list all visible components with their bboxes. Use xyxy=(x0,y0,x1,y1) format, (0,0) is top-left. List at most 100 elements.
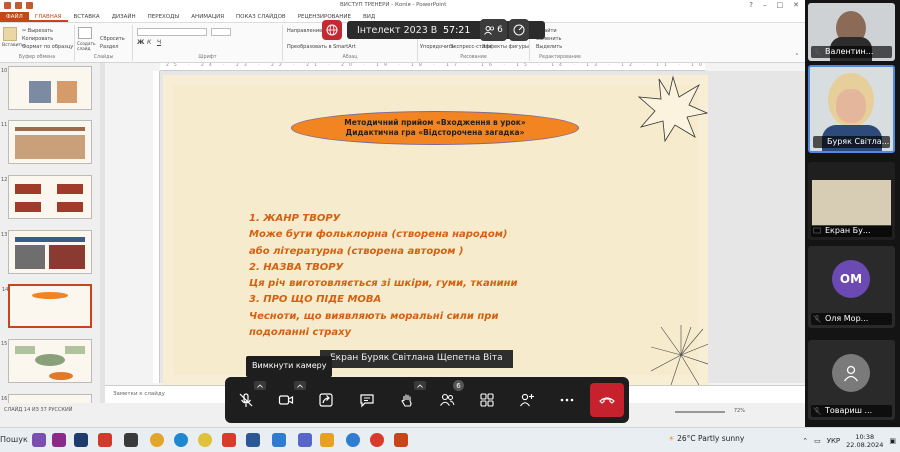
slide-thumbnail[interactable]: 15 xyxy=(1,339,92,383)
app-icon-visualstudio[interactable] xyxy=(32,433,46,447)
slide-thumbnail[interactable]: 10 xyxy=(1,66,92,110)
screen-share-label: Екран Буряк Світлана Щепетна Віта xyxy=(320,350,513,368)
tab-animation[interactable]: АНИМАЦИЯ xyxy=(185,12,230,22)
thumbnail-image xyxy=(57,81,77,103)
powerpoint-icon[interactable] xyxy=(222,433,236,447)
thumbnails-scrollbar[interactable] xyxy=(100,63,105,403)
slide-line: Ця річ виготовляється зі шкіри, гуми, тк… xyxy=(249,278,518,290)
weather-widget[interactable]: ☀ 26°C Partly sunny xyxy=(668,434,744,443)
save-icon[interactable] xyxy=(4,2,11,9)
screen: ВИСТУП ТРЕНЕРИ - Копія - PowerPoint ? – … xyxy=(0,0,900,452)
camera-button[interactable] xyxy=(272,386,300,414)
tab-transitions[interactable]: ПЕРЕХОДЫ xyxy=(142,12,186,22)
people-button[interactable] xyxy=(433,386,461,414)
mic-off-button[interactable] xyxy=(232,386,260,414)
tab-slideshow[interactable]: ПОКАЗ СЛАЙДОВ xyxy=(230,12,292,22)
copy-button[interactable]: Копировать xyxy=(22,36,53,42)
edge-icon[interactable] xyxy=(174,433,188,447)
tab-file[interactable]: ФАЙЛ xyxy=(0,12,29,22)
word-icon[interactable] xyxy=(246,433,260,447)
smartart-button[interactable]: Преобразовать в SmartArt xyxy=(287,44,356,50)
app-icon[interactable] xyxy=(346,433,360,447)
slide-thumbnail[interactable]: 12 xyxy=(1,175,92,219)
chat-button[interactable] xyxy=(353,386,381,414)
slide-thumbnail[interactable]: 11 xyxy=(1,120,92,164)
participant-tile[interactable]: ОМ Оля Мор... xyxy=(808,246,895,328)
add-person-button[interactable] xyxy=(513,386,541,414)
chrome-icon[interactable] xyxy=(150,433,164,447)
new-slide-button[interactable]: Создать слайд xyxy=(77,42,97,52)
slide-line: Чесноти, що виявляють моральні сили при xyxy=(249,310,499,322)
cut-button[interactable]: ✂ Вырезать xyxy=(22,28,53,34)
thumbnail-table xyxy=(15,135,85,159)
folder-icon[interactable] xyxy=(320,433,334,447)
meeting-toolbar: 6 xyxy=(225,377,629,423)
format-painter-button[interactable]: Формат по образцу xyxy=(22,44,73,50)
tab-home[interactable]: ГЛАВНАЯ xyxy=(28,12,68,22)
participant-name: Екран Бу... xyxy=(811,225,892,237)
new-slide-icon[interactable] xyxy=(78,27,92,39)
app-icon-app[interactable] xyxy=(124,433,138,447)
close-icon[interactable]: ✕ xyxy=(793,1,799,9)
italic-button[interactable]: К xyxy=(147,39,151,46)
powerpoint-icon[interactable] xyxy=(394,433,408,447)
collapse-ribbon-icon[interactable]: ⌃ xyxy=(795,53,799,59)
paste-icon[interactable] xyxy=(3,27,17,41)
raise-hand-button[interactable] xyxy=(393,386,421,414)
mic-off-icon xyxy=(239,393,253,407)
participant-tile[interactable]: Товариш ... xyxy=(808,340,895,420)
tab-insert[interactable]: ВСТАВКА xyxy=(68,12,106,22)
globe-icon[interactable] xyxy=(322,20,342,40)
group-slides: Создать слайд Сбросить Раздел Слайды xyxy=(75,25,133,61)
redo-icon[interactable] xyxy=(26,2,33,9)
app-icon-media[interactable] xyxy=(52,433,66,447)
slide-thumbnail-selected[interactable]: 14 xyxy=(2,284,92,328)
connection-quality-icon[interactable] xyxy=(509,19,529,41)
share-screen-button[interactable] xyxy=(312,386,340,414)
reset-button[interactable]: Сбросить xyxy=(100,36,125,42)
paste-button[interactable]: Вставить xyxy=(2,43,24,48)
font-name-select[interactable] xyxy=(137,28,207,36)
teams-icon[interactable] xyxy=(298,433,312,447)
participant-tile[interactable]: Екран Бу... xyxy=(808,162,895,240)
taskbar-search[interactable]: Пошук xyxy=(0,430,28,450)
bold-button[interactable]: Ж xyxy=(137,39,144,46)
minimize-icon[interactable]: – xyxy=(763,1,767,9)
section-button[interactable]: Раздел xyxy=(100,44,118,50)
undo-icon[interactable] xyxy=(15,2,22,9)
participant-tile[interactable]: Валентин... xyxy=(808,3,895,61)
shape-effects-button[interactable]: Эффекты фигуры xyxy=(482,44,529,50)
grid-icon xyxy=(480,393,494,407)
title-ellipse[interactable]: Методичний прийом «Входження в урок» Дид… xyxy=(291,111,579,145)
thumbnail-box xyxy=(49,245,85,269)
participants-button[interactable]: 6 xyxy=(480,19,507,41)
thumbnail-number: 11 xyxy=(1,122,8,128)
chrome-icon[interactable] xyxy=(198,433,212,447)
mail-icon[interactable] xyxy=(272,433,286,447)
clock[interactable]: 10:38 22.08.2024 xyxy=(846,433,883,449)
language-indicator[interactable]: УКР xyxy=(827,437,840,445)
slide-thumbnail[interactable]: 13 xyxy=(1,230,92,274)
tray-chevron-icon[interactable]: ⌃ xyxy=(802,437,808,445)
slide-line: 1. ЖАНР ТВОРУ xyxy=(249,213,341,224)
tab-design[interactable]: ДИЗАЙН xyxy=(106,12,142,22)
maps-icon[interactable] xyxy=(370,433,384,447)
layout-button[interactable] xyxy=(473,386,501,414)
help-icon[interactable]: ? xyxy=(749,1,753,9)
current-slide[interactable]: Методичний прийом «Входження в урок» Дид… xyxy=(163,75,708,385)
app-icon-app[interactable] xyxy=(98,433,112,447)
notification-icon[interactable]: ▣ xyxy=(889,437,896,445)
more-options-button[interactable] xyxy=(553,386,581,414)
maximize-icon[interactable]: □ xyxy=(777,1,784,9)
app-icon-photoshop[interactable] xyxy=(74,433,88,447)
network-icon[interactable]: ▭ xyxy=(814,437,821,445)
search-label: Пошук xyxy=(0,435,28,444)
participant-tile-speaking[interactable]: Буряк Світла... xyxy=(808,65,895,153)
horizontal-ruler: 25 · 24 · 23 · 22 · 21 · 20 · 19 · 18 · … xyxy=(160,63,705,71)
font-size-select[interactable] xyxy=(211,28,231,36)
zoom-slider[interactable] xyxy=(675,411,725,413)
leave-call-button[interactable] xyxy=(590,383,624,417)
select-button[interactable]: Выделить xyxy=(536,44,562,50)
underline-button[interactable]: Ч xyxy=(157,39,161,46)
participant-name: Оля Мор... xyxy=(811,313,892,325)
